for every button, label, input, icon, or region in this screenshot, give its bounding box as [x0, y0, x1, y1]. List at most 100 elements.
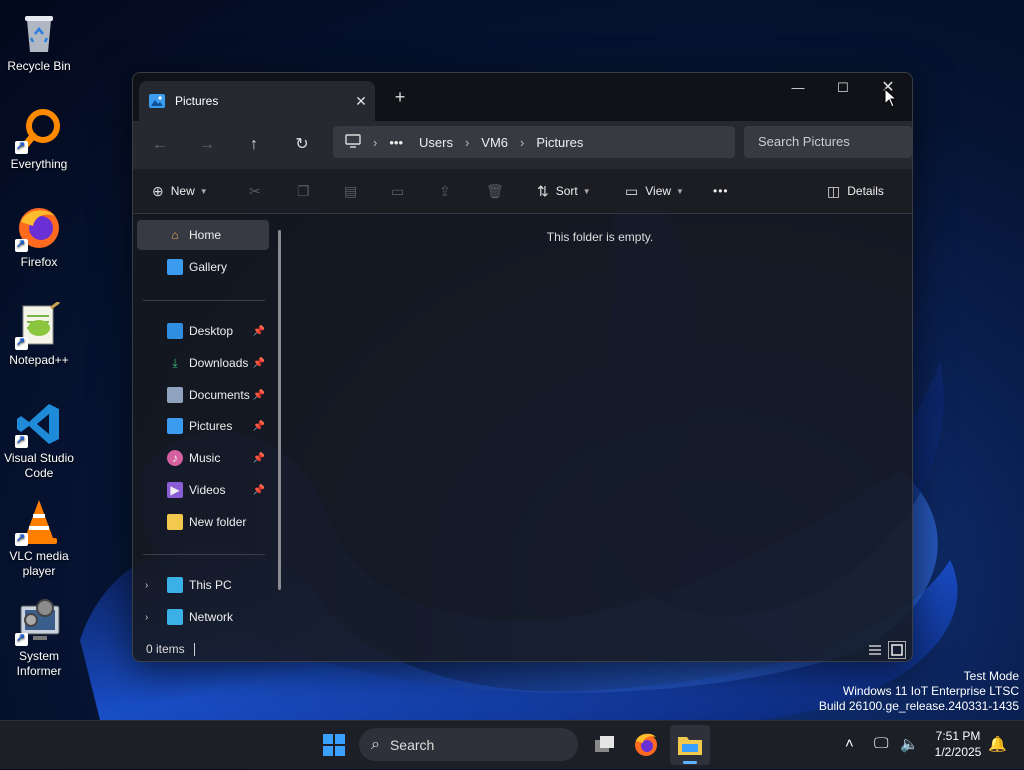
refresh-icon[interactable]: ↻: [286, 129, 318, 161]
desktop-icon-label: Everything: [10, 157, 68, 171]
sidebar-item-gallery[interactable]: Gallery: [137, 252, 269, 282]
start-button[interactable]: [314, 725, 354, 765]
videos-icon: ▶: [167, 482, 183, 498]
rename-icon: ▭: [391, 182, 405, 199]
taskbar: ⌕ Search ˄ 🖵 🔈 7:51 PM 1/2/2025 🔔: [0, 720, 1024, 769]
breadcrumb-pictures[interactable]: Pictures: [528, 135, 591, 150]
trash-icon: 🗑: [486, 182, 504, 199]
watermark-line: Test Mode: [963, 669, 1019, 683]
new-button[interactable]: ⊕ New ▼: [152, 175, 208, 207]
breadcrumb-vm6[interactable]: VM6: [473, 135, 516, 150]
desktop-icon-vlc[interactable]: VLC media player: [0, 492, 78, 579]
sidebar-item-music[interactable]: ♪ Music 📌: [137, 443, 269, 473]
paste-button[interactable]: ▤: [344, 175, 364, 207]
chevron-right-icon[interactable]: ›: [145, 612, 148, 623]
share-button[interactable]: ⇪: [439, 175, 458, 207]
address-bar[interactable]: › ••• Users › VM6 › Pictures: [333, 126, 735, 158]
more-options-button[interactable]: •••: [713, 175, 729, 207]
pin-icon[interactable]: 📌: [253, 453, 265, 464]
sidebar-scrollbar[interactable]: [278, 230, 281, 590]
pin-icon[interactable]: 📌: [253, 358, 265, 369]
up-icon[interactable]: ↑: [238, 129, 270, 161]
pin-icon[interactable]: 📌: [253, 421, 265, 432]
task-view-button[interactable]: [584, 725, 624, 765]
task-view-icon: [595, 736, 614, 752]
sidebar-item-desktop[interactable]: Desktop 📌: [137, 316, 269, 346]
desktop-icon-vscode[interactable]: Visual Studio Code: [0, 394, 78, 481]
sidebar-item-downloads[interactable]: ⤓ Downloads 📌: [137, 348, 269, 378]
folder-icon: [167, 514, 183, 530]
sidebar-item-network[interactable]: › Network: [137, 602, 269, 632]
rename-button[interactable]: ▭: [391, 175, 411, 207]
sidebar-item-documents[interactable]: Documents 📌: [137, 380, 269, 410]
desktop-icon-everything[interactable]: Everything: [0, 100, 78, 172]
taskbar-firefox[interactable]: [626, 725, 666, 765]
pin-icon[interactable]: 📌: [253, 485, 265, 496]
windows-logo-icon: [323, 734, 345, 756]
tab-pictures[interactable]: Pictures ✕: [139, 81, 375, 121]
shortcut-arrow-icon: [15, 433, 28, 448]
chevron-right-icon[interactable]: ›: [145, 580, 148, 591]
minimize-button[interactable]: ―: [775, 73, 821, 105]
view-button-label: View: [645, 184, 672, 198]
navigation-bar: ← → ↑ ↻ › ••• Users › VM6 › Pictures Sea…: [133, 121, 912, 169]
back-icon[interactable]: ←: [144, 129, 176, 161]
details-view-icon[interactable]: [866, 641, 884, 659]
new-tab-button[interactable]: +: [389, 86, 411, 108]
desktop-icon-recycle-bin[interactable]: Recycle Bin: [0, 2, 78, 74]
plus-circle-icon: ⊕: [152, 182, 164, 199]
shortcut-arrow-icon: [15, 631, 28, 646]
sidebar-item-label: Gallery: [189, 260, 228, 274]
chevron-down-icon: ▼: [199, 186, 208, 196]
volume-muted-icon[interactable]: 🔈: [900, 735, 919, 753]
cut-button[interactable]: ✂: [249, 175, 268, 207]
pin-icon[interactable]: 📌: [253, 390, 265, 401]
breadcrumb-users[interactable]: Users: [411, 135, 461, 150]
sidebar-item-label: Downloads: [189, 356, 249, 370]
desktop-icon-system-informer[interactable]: System Informer: [0, 592, 78, 679]
sidebar-item-pictures[interactable]: Pictures 📌: [137, 411, 269, 441]
downloads-icon: ⤓: [172, 356, 178, 370]
details-button[interactable]: ◫ Details: [827, 175, 884, 207]
paste-icon: ▤: [344, 182, 358, 199]
firefox-icon: [635, 733, 657, 756]
sidebar-item-label: Pictures: [189, 419, 233, 433]
desktop-icon-firefox[interactable]: Firefox: [0, 198, 78, 270]
search-input[interactable]: Search Pictures: [744, 126, 912, 158]
close-tab-icon[interactable]: ✕: [347, 93, 375, 110]
sidebar-item-label: Music: [189, 451, 221, 465]
sidebar-item-new-folder[interactable]: New folder: [137, 507, 269, 537]
network-icon[interactable]: 🖵: [874, 735, 888, 752]
date: 1/2/2025: [934, 745, 982, 759]
taskbar-search[interactable]: ⌕ Search: [359, 728, 578, 761]
notification-bell-icon[interactable]: 🔔: [988, 735, 1007, 753]
pictures-icon: [167, 418, 183, 434]
sidebar-item-home[interactable]: ⌂ Home: [137, 220, 269, 250]
cut-icon: ✂: [249, 182, 261, 199]
pin-icon[interactable]: 📌: [253, 326, 265, 337]
chevron-up-icon[interactable]: ˄: [845, 735, 854, 752]
new-button-label: New: [170, 184, 195, 198]
forward-icon[interactable]: →: [191, 129, 223, 161]
clock[interactable]: 7:51 PM 1/2/2025: [930, 728, 986, 760]
sidebar-item-this-pc[interactable]: › This PC: [137, 570, 269, 600]
status-bar: 0 items: [133, 639, 912, 661]
divider: [143, 554, 265, 555]
item-count: 0 items: [146, 642, 185, 656]
view-button[interactable]: ▭ View ▼: [625, 175, 684, 207]
navigation-pane: ⌂ Home Gallery Desktop 📌 ⤓ Downloads 📌 D…: [133, 214, 281, 639]
breadcrumb-overflow-icon[interactable]: •••: [381, 135, 411, 150]
desktop-icon-notepad-plus-plus[interactable]: Notepad++: [0, 296, 78, 368]
shortcut-arrow-icon: [15, 237, 28, 252]
sidebar-item-videos[interactable]: ▶ Videos 📌: [137, 475, 269, 505]
view-icon: ▭: [625, 182, 639, 199]
maximize-button[interactable]: ☐: [820, 73, 866, 105]
taskbar-file-explorer[interactable]: [670, 725, 710, 765]
copy-button[interactable]: ❐: [297, 175, 317, 207]
large-icons-view-icon[interactable]: [888, 641, 906, 659]
network-icon: [167, 609, 183, 625]
sort-button[interactable]: ⇅ Sort ▼: [537, 175, 591, 207]
delete-button[interactable]: 🗑: [486, 175, 511, 207]
chevron-down-icon: ▼: [676, 186, 684, 196]
file-list-area[interactable]: This folder is empty.: [289, 214, 911, 639]
